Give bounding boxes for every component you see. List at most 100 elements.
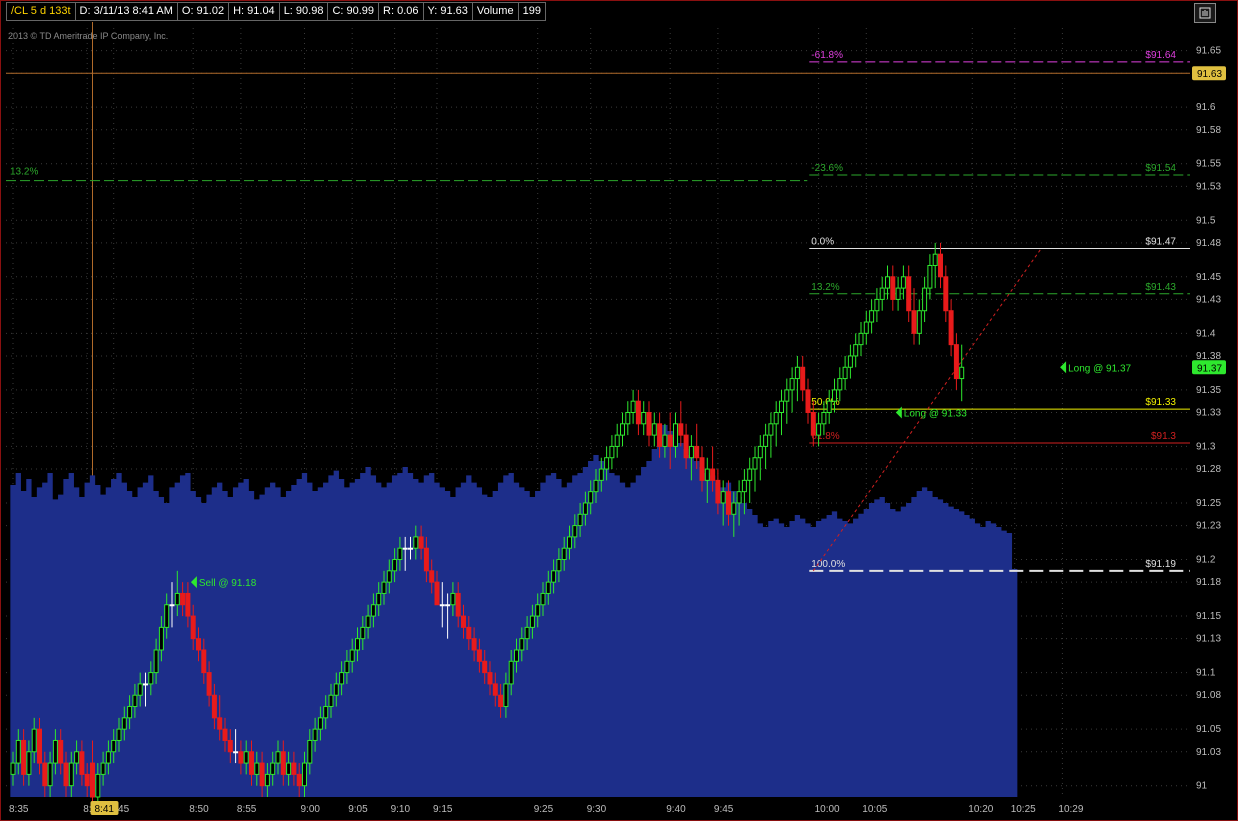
candle-body bbox=[68, 762, 74, 787]
y-tick-label: 91.5 bbox=[1196, 215, 1216, 226]
candle-body bbox=[164, 604, 170, 628]
candle-body bbox=[492, 683, 498, 696]
fib-level-pct: 13.2% bbox=[811, 282, 839, 293]
candle-body bbox=[847, 355, 853, 368]
y-tick-label: 91.65 bbox=[1196, 46, 1221, 57]
candle-body bbox=[519, 638, 525, 651]
candle-body bbox=[116, 728, 122, 741]
candle-body bbox=[132, 694, 138, 708]
candle-body bbox=[31, 728, 37, 753]
y-tick-label: 91.1 bbox=[1196, 668, 1216, 679]
candle-body bbox=[805, 389, 811, 414]
candle-body bbox=[593, 479, 599, 493]
candle-body bbox=[413, 536, 419, 549]
candle-body bbox=[768, 423, 774, 436]
candle-body bbox=[540, 592, 546, 606]
candle-body bbox=[243, 751, 249, 764]
candle-body bbox=[365, 615, 371, 628]
candle-body bbox=[625, 412, 631, 425]
candle-body bbox=[211, 694, 217, 719]
x-tick-label: 8:50 bbox=[189, 804, 209, 815]
candle-body bbox=[582, 502, 588, 515]
candle-body bbox=[551, 570, 557, 583]
candle-body bbox=[524, 626, 530, 640]
x-tick-label: 10:20 bbox=[968, 804, 993, 815]
fib-level-pct: 100.0% bbox=[811, 559, 845, 570]
candle-body bbox=[673, 423, 678, 447]
candle-body bbox=[482, 660, 488, 674]
candle-body bbox=[275, 751, 281, 764]
candle-body bbox=[52, 739, 58, 764]
candle-body bbox=[535, 604, 541, 617]
fib-level-price: $91.47 bbox=[1145, 237, 1176, 248]
candle-body bbox=[95, 773, 101, 798]
crosshair-time-label: 8:41 bbox=[95, 804, 115, 815]
candle-body bbox=[434, 581, 440, 606]
y-tick-label: 91.3 bbox=[1196, 441, 1216, 452]
candle-body bbox=[259, 762, 265, 787]
candle-body bbox=[556, 559, 562, 572]
candle-body bbox=[450, 592, 456, 606]
candle-body bbox=[932, 253, 938, 266]
candle-body bbox=[800, 366, 806, 391]
candle-body bbox=[217, 717, 223, 730]
candle-body bbox=[810, 412, 816, 436]
candle-body bbox=[42, 762, 48, 787]
x-tick-label: 10:05 bbox=[862, 804, 887, 815]
candle-body bbox=[731, 502, 737, 515]
candle-body bbox=[710, 468, 716, 481]
candle-body bbox=[948, 310, 954, 346]
candle-body bbox=[604, 457, 610, 470]
fib-level-price: $91.3 bbox=[1151, 431, 1176, 442]
candle-body bbox=[646, 412, 652, 436]
candle-body bbox=[201, 649, 207, 674]
x-tick-label: 9:15 bbox=[433, 804, 453, 815]
candle-body bbox=[577, 513, 583, 527]
candle-body bbox=[821, 412, 827, 425]
candle-body bbox=[885, 276, 890, 289]
candle-body bbox=[418, 536, 424, 549]
fib-level-price: $91.64 bbox=[1145, 50, 1176, 61]
candle-body bbox=[15, 739, 21, 764]
price-chart[interactable]: -61.8% $91.64 -23.6% $91.54 0.0% $91.47 13.2% $… bbox=[0, 0, 1238, 821]
candle-body bbox=[47, 762, 53, 787]
candle-body bbox=[328, 694, 334, 708]
candle-body bbox=[620, 423, 625, 436]
candle-body bbox=[466, 626, 472, 640]
candle-body bbox=[26, 751, 32, 775]
candle-body bbox=[63, 762, 69, 787]
candle-body bbox=[741, 479, 747, 493]
candle-body bbox=[376, 592, 382, 606]
candle-body bbox=[959, 366, 965, 380]
candle-body bbox=[312, 728, 318, 741]
candle-body bbox=[938, 253, 943, 278]
candle-body bbox=[704, 468, 710, 481]
candle-body bbox=[514, 649, 519, 662]
candle-body bbox=[726, 491, 731, 515]
fib-level-price: $91.19 bbox=[1145, 559, 1176, 570]
candle-body bbox=[922, 287, 928, 312]
y-tick-label: 91.43 bbox=[1196, 294, 1221, 305]
candle-body bbox=[233, 751, 239, 754]
candle-body bbox=[635, 400, 641, 425]
x-tick-label: 9:25 bbox=[534, 804, 554, 815]
candle-body bbox=[763, 434, 769, 447]
candle-body bbox=[816, 423, 822, 436]
candle-body bbox=[858, 332, 864, 346]
time-axis: 8:358:408:458:508:559:009:059:109:159:25… bbox=[9, 801, 1084, 815]
candle-body bbox=[598, 468, 604, 481]
volume-histogram bbox=[10, 425, 1018, 797]
candle-body bbox=[779, 400, 784, 413]
candle-body bbox=[74, 751, 80, 764]
order-arrow-icon bbox=[895, 406, 902, 419]
x-tick-label: 10:25 bbox=[1011, 804, 1036, 815]
candle-body bbox=[609, 445, 615, 459]
order-arrow-icon bbox=[1060, 361, 1067, 374]
candle-body bbox=[121, 717, 127, 730]
candle-body bbox=[794, 366, 800, 380]
x-tick-label: 9:30 bbox=[587, 804, 607, 815]
candle-body bbox=[837, 378, 843, 391]
candle-body bbox=[317, 717, 323, 730]
candle-body bbox=[307, 739, 313, 764]
candle-body bbox=[296, 773, 302, 787]
